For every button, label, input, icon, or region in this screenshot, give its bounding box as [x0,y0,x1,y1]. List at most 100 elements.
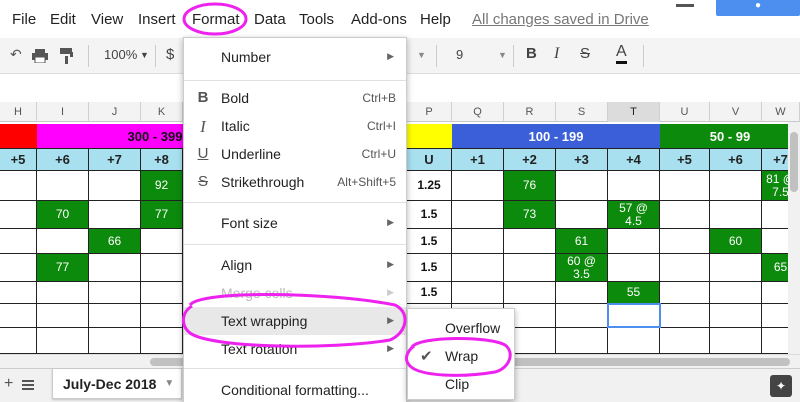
header-cell[interactable]: +5 [0,149,37,171]
grid-cell[interactable] [660,254,710,282]
cell-v3[interactable]: 60 [710,229,762,254]
strikethrough-icon[interactable]: S [580,45,590,62]
grid-cell[interactable] [710,328,762,354]
grid-cell[interactable] [556,328,608,354]
menu-help[interactable]: Help [420,11,451,28]
grid-cell[interactable] [660,201,710,229]
scroll-thumb[interactable] [790,132,798,192]
chevron-down-icon[interactable]: ▼ [164,378,174,389]
menu-item-strikethrough[interactable]: S Strikethrough Alt+Shift+5 [184,168,406,196]
grid-cell[interactable] [37,304,89,328]
cell-k1[interactable]: 92 [141,171,183,201]
cell-p5[interactable]: 1.5 [407,282,452,304]
grid-cell[interactable] [608,254,660,282]
menu-insert[interactable]: Insert [138,11,176,28]
header-cell[interactable]: +5 [660,149,710,171]
zoom-select[interactable]: 100% [104,47,137,62]
grid-cell[interactable] [504,282,556,304]
menu-view[interactable]: View [91,11,123,28]
grid-cell[interactable] [452,171,504,201]
grid-cell[interactable] [37,328,89,354]
column-header-p[interactable]: P [407,102,452,122]
grid-cell[interactable] [660,171,710,201]
grid-cell[interactable] [452,282,504,304]
grid-cell[interactable] [0,304,37,328]
bold-icon[interactable]: B [526,45,537,62]
grid-cell[interactable] [141,229,183,254]
column-header-i[interactable]: I [37,102,89,122]
column-header-q[interactable]: Q [452,102,504,122]
cell-s4[interactable]: 60 @3.5 [556,254,608,282]
menu-item-align[interactable]: Align ▶ [184,251,406,279]
add-sheet-icon[interactable]: + [4,375,13,393]
grid-cell[interactable] [0,201,37,229]
sheet-tab-july-dec-2018[interactable]: July-Dec 2018 ▼ [52,369,182,399]
cell-i2[interactable]: 70 [37,201,89,229]
column-header-v[interactable]: V [710,102,762,122]
cell-r2[interactable]: 73 [504,201,556,229]
column-header-h[interactable]: H [0,102,37,122]
font-size-select[interactable]: 9 [456,47,463,62]
grid-cell[interactable] [660,229,710,254]
menu-edit[interactable]: Edit [50,11,76,28]
grid-cell[interactable] [89,282,141,304]
column-header-k[interactable]: K [141,102,183,122]
grid-cell[interactable] [89,328,141,354]
grid-cell[interactable] [0,282,37,304]
grid-cell[interactable] [452,201,504,229]
column-header-s[interactable]: S [556,102,608,122]
grid-cell[interactable] [0,254,37,282]
print-icon[interactable] [32,49,48,63]
grid-cell[interactable] [710,282,762,304]
column-header-j[interactable]: J [89,102,141,122]
selected-cell[interactable] [607,303,661,328]
sheet-list-icon[interactable] [22,380,34,390]
grid-cell[interactable] [89,171,141,201]
grid-cell[interactable] [608,171,660,201]
menu-item-text-wrapping[interactable]: Text wrapping ▶ [184,307,406,335]
grid-cell[interactable] [556,201,608,229]
grid-cell[interactable] [37,282,89,304]
grid-cell[interactable] [660,282,710,304]
grid-cell[interactable] [0,171,37,201]
header-cell[interactable]: +1 [452,149,504,171]
grid-cell[interactable] [710,201,762,229]
header-cell[interactable]: U [407,149,452,171]
header-cell[interactable]: +3 [556,149,608,171]
column-header-w[interactable]: W [762,102,800,122]
cell-i4[interactable]: 77 [37,254,89,282]
grid-cell[interactable] [0,328,37,354]
explore-icon[interactable]: ✦ [770,375,792,397]
header-cell[interactable]: +4 [608,149,660,171]
saved-status[interactable]: All changes saved in Drive [472,11,649,28]
grid-cell[interactable] [608,328,660,354]
grid-cell[interactable] [608,229,660,254]
menu-item-font-size[interactable]: Font size ▶ [184,209,406,237]
grid-cell[interactable] [660,328,710,354]
cell-j3[interactable]: 66 [89,229,141,254]
header-cell[interactable]: +7 [89,149,141,171]
cell-s3[interactable]: 61 [556,229,608,254]
column-header-u[interactable]: U [660,102,710,122]
menu-format[interactable]: Format [192,11,240,28]
italic-icon[interactable]: I [554,45,559,63]
menu-item-italic[interactable]: I Italic Ctrl+I [184,112,406,140]
grid-cell[interactable] [37,229,89,254]
currency-button[interactable]: $ [166,46,174,63]
header-cell[interactable]: +6 [710,149,762,171]
grid-cell[interactable] [710,254,762,282]
chevron-down-icon[interactable]: ▼ [498,50,507,60]
grid-cell[interactable] [556,304,608,328]
menu-addons[interactable]: Add-ons [351,11,407,28]
grid-cell[interactable] [452,254,504,282]
submenu-item-clip[interactable]: Clip [408,370,514,398]
menu-item-number[interactable]: Number ▶ [184,43,406,71]
share-button[interactable]: ● [716,0,800,16]
cell-p3[interactable]: 1.5 [407,229,452,254]
grid-cell[interactable] [0,229,37,254]
column-header-t[interactable]: T [608,102,660,122]
header-cell[interactable]: +2 [504,149,556,171]
grid-cell[interactable] [556,282,608,304]
undo-icon[interactable]: ↶ [10,46,22,63]
grid-cell[interactable] [89,254,141,282]
